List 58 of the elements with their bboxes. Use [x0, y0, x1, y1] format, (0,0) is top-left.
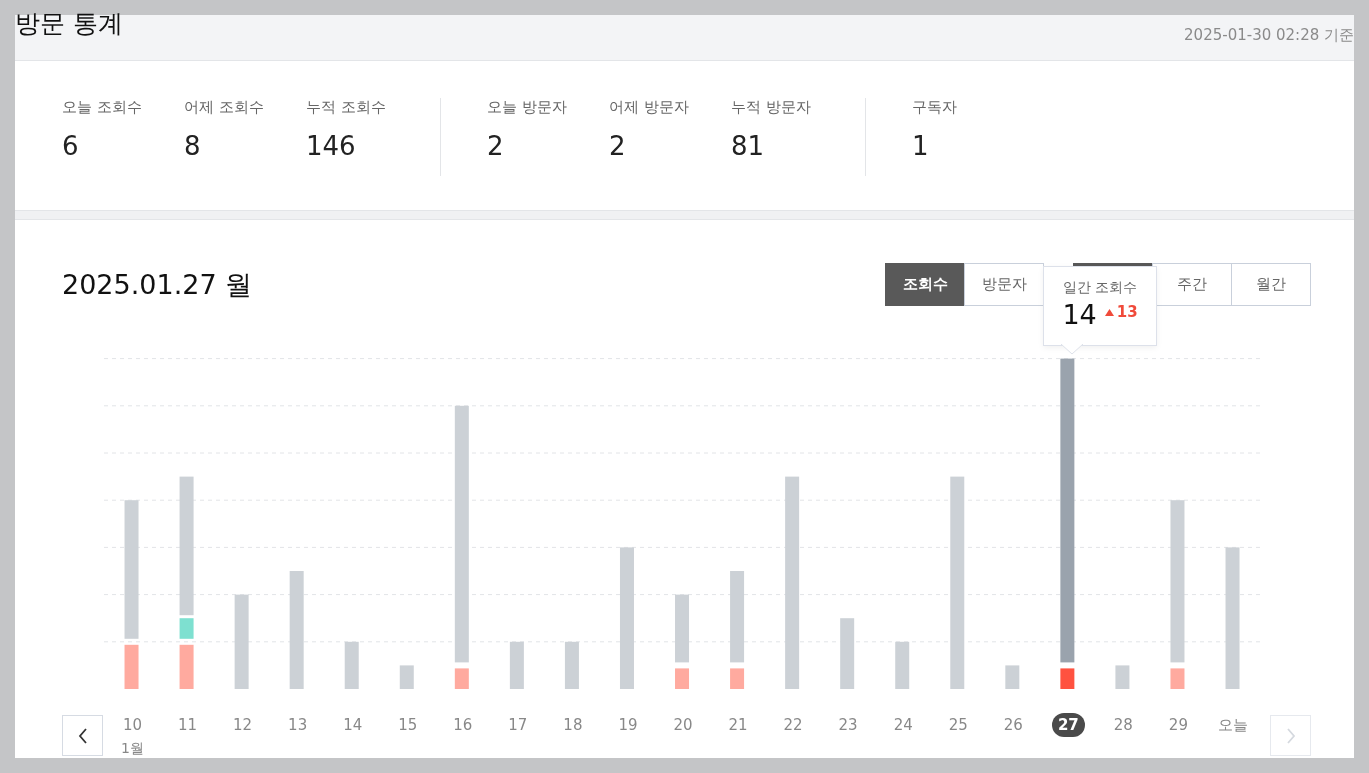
day-label[interactable]: 15 — [392, 713, 424, 737]
up-triangle-icon — [1104, 308, 1114, 316]
day-label[interactable]: 23 — [832, 713, 864, 737]
day-label[interactable]: 25 — [942, 713, 974, 737]
day-label[interactable]: 21 — [722, 713, 754, 737]
day-label[interactable]: 10 — [116, 713, 149, 737]
day-label[interactable]: 24 — [887, 713, 919, 737]
stat-value: 2 — [487, 131, 505, 161]
stat-label: 구독자 — [912, 98, 958, 117]
chart-bar — [399, 665, 414, 689]
day-label[interactable]: 27 — [1051, 713, 1085, 737]
updated-time: 2025-01-30 02:28 기준 — [1184, 26, 1354, 45]
period-tab[interactable]: 주간 — [1152, 263, 1232, 306]
metric-tab[interactable]: 방문자 — [964, 263, 1044, 306]
chevron-left-icon — [77, 727, 88, 744]
stat-value: 146 — [306, 131, 357, 161]
chart-date-title: 2025.01.27 월 — [62, 267, 253, 302]
chart-bar — [840, 618, 855, 689]
period-tab[interactable]: 월간 — [1231, 263, 1311, 306]
chart-bar — [1115, 665, 1130, 689]
stat-value: 8 — [184, 131, 202, 161]
chart-bar — [564, 641, 579, 689]
stat-value: 2 — [609, 131, 627, 161]
day-label[interactable]: 26 — [997, 713, 1029, 737]
day-label[interactable]: 22 — [777, 713, 809, 737]
stat-label: 누적 조회수 — [306, 98, 387, 117]
day-label[interactable]: 19 — [612, 713, 644, 737]
stat-label: 오늘 조회수 — [62, 98, 143, 117]
page-title: 방문 통계 — [15, 8, 123, 40]
stat-label: 어제 방문자 — [609, 98, 690, 117]
day-label[interactable]: 오늘 — [1212, 713, 1255, 737]
stat-value: 81 — [731, 131, 766, 161]
month-label: 1월 — [121, 740, 144, 758]
chevron-right-icon — [1285, 727, 1296, 744]
chart-bar — [895, 641, 910, 689]
day-label[interactable]: 20 — [667, 713, 699, 737]
tooltip-value: 14 — [1062, 299, 1097, 330]
day-label[interactable]: 29 — [1162, 713, 1194, 737]
day-label[interactable]: 11 — [172, 713, 204, 737]
day-label[interactable]: 12 — [227, 713, 259, 737]
stat-label: 누적 방문자 — [731, 98, 812, 117]
stat-label: 오늘 방문자 — [487, 98, 568, 117]
day-label[interactable]: 17 — [502, 713, 534, 737]
tooltip-title: 일간 조회수 — [1062, 279, 1138, 297]
day-label[interactable]: 13 — [282, 713, 314, 737]
day-label[interactable]: 28 — [1107, 713, 1139, 737]
chart-bar — [1005, 665, 1020, 689]
chart-bar — [509, 641, 524, 689]
day-label[interactable]: 16 — [447, 713, 479, 737]
tooltip-change: 13 — [1116, 303, 1138, 321]
metric-tab[interactable]: 조회수 — [885, 263, 965, 306]
previous-button[interactable] — [62, 715, 103, 756]
day-label[interactable]: 14 — [337, 713, 369, 737]
chart-bar — [344, 641, 359, 689]
stat-label: 어제 조회수 — [184, 98, 265, 117]
day-label[interactable]: 18 — [557, 713, 589, 737]
stat-value: 6 — [62, 131, 80, 161]
stat-value: 1 — [912, 131, 930, 161]
